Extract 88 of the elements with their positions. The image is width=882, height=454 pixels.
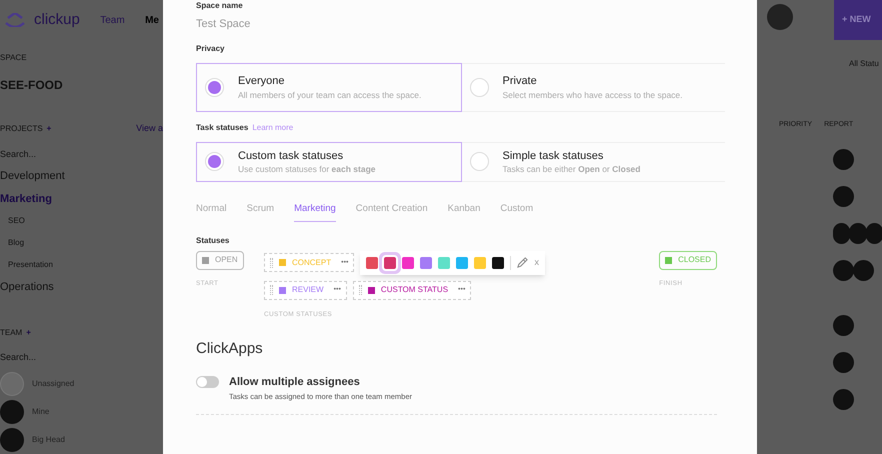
option-card[interactable]: Private Select members who have access to the space. bbox=[462, 62, 725, 112]
member-name[interactable]: Big Head bbox=[32, 434, 65, 446]
status-label: CLOSED bbox=[678, 254, 711, 266]
nav-link[interactable]: Me bbox=[145, 12, 159, 28]
avatar-placeholder bbox=[0, 400, 24, 424]
section-label: Task statuses bbox=[196, 122, 248, 134]
template-tab[interactable]: Marketing bbox=[294, 202, 336, 222]
search-field[interactable]: Search... bbox=[0, 148, 163, 161]
avatar-placeholder bbox=[833, 186, 854, 206]
field-label: Space name bbox=[196, 2, 244, 10]
avatar-placeholder bbox=[833, 352, 854, 372]
radio-button[interactable] bbox=[205, 152, 224, 171]
section-label: TEAM bbox=[0, 326, 22, 338]
status-label: OPEN bbox=[215, 254, 238, 266]
toggle-switch[interactable] bbox=[196, 376, 219, 388]
option-title: Custom task statuses bbox=[238, 148, 344, 164]
avatar-placeholder bbox=[0, 372, 24, 396]
option-description: Tasks can be either Open or Closed bbox=[502, 164, 640, 176]
template-tab[interactable]: Custom bbox=[500, 202, 534, 222]
avatar-placeholder bbox=[833, 260, 854, 280]
section-label: Statuses bbox=[196, 234, 230, 247]
member-name[interactable]: Mine bbox=[32, 406, 50, 418]
section-label: Privacy bbox=[196, 42, 226, 54]
list-item[interactable]: SEO bbox=[0, 210, 163, 232]
avatar-placeholder[interactable] bbox=[767, 4, 793, 30]
option-description: Use custom statuses for each stage bbox=[238, 164, 376, 176]
option-title: Simple task statuses bbox=[502, 148, 604, 164]
drag-handle-icon[interactable] bbox=[270, 258, 273, 268]
project-item[interactable]: Marketing bbox=[0, 188, 163, 210]
status-label: CONCEPT bbox=[292, 256, 332, 269]
section-label: PROJECTS bbox=[0, 122, 43, 135]
avatar-placeholder bbox=[866, 222, 882, 244]
avatar-placeholder bbox=[833, 314, 854, 336]
status-label: CUSTOM STATUS bbox=[380, 284, 448, 296]
color-swatch[interactable] bbox=[366, 256, 378, 269]
section-title: ClickApps bbox=[196, 338, 264, 358]
avatar-placeholder bbox=[833, 222, 850, 244]
color-swatch[interactable] bbox=[402, 256, 414, 269]
template-tab[interactable]: Normal bbox=[196, 202, 227, 222]
color-swatch[interactable] bbox=[384, 256, 396, 269]
avatar-placeholder bbox=[0, 428, 24, 452]
template-tab[interactable]: Scrum bbox=[246, 202, 274, 222]
search-field[interactable]: Search... bbox=[0, 350, 163, 364]
space-name: SEE-FOOD bbox=[0, 77, 64, 94]
color-swatch[interactable] bbox=[456, 256, 468, 269]
list-item[interactable]: Blog bbox=[0, 232, 163, 254]
list-item[interactable]: Presentation bbox=[0, 254, 163, 276]
option-card[interactable]: Custom task statuses Use custom statuses for each stage bbox=[196, 142, 462, 182]
drag-handle-icon[interactable] bbox=[270, 285, 273, 296]
add-project-link[interactable]: + bbox=[46, 122, 52, 135]
logo-text: clickup bbox=[34, 10, 80, 30]
logo-icon bbox=[4, 13, 26, 27]
status-chip[interactable]: OPEN bbox=[196, 250, 244, 270]
option-title: Everyone bbox=[238, 74, 286, 90]
radio-button[interactable] bbox=[205, 78, 224, 96]
view-all-link[interactable]: View a bbox=[136, 122, 163, 136]
color-swatch[interactable] bbox=[474, 256, 486, 269]
option-description: All members of your team can access the space. bbox=[238, 90, 422, 101]
option-description: Select members who have access to the space. bbox=[502, 90, 683, 101]
option-title: Private bbox=[502, 74, 538, 90]
setting-title: Allow multiple assignees bbox=[229, 375, 361, 390]
nav-link[interactable]: Team bbox=[100, 12, 125, 28]
color-swatch[interactable] bbox=[438, 256, 450, 269]
status-label: REVIEW bbox=[292, 284, 324, 296]
radio-button[interactable] bbox=[470, 78, 488, 96]
option-card[interactable]: Everyone All members of your team can access the space. bbox=[196, 62, 462, 112]
avatar-placeholder bbox=[853, 260, 874, 280]
project-item[interactable]: Development bbox=[0, 165, 163, 188]
space-name-field[interactable]: Test Space bbox=[196, 16, 396, 32]
color-swatch[interactable] bbox=[492, 256, 504, 269]
radio-button[interactable] bbox=[470, 152, 488, 171]
color-swatch[interactable] bbox=[420, 256, 432, 269]
template-tab[interactable]: Content Creation bbox=[356, 202, 428, 222]
close-picker-button[interactable]: x bbox=[534, 256, 539, 270]
member-name[interactable]: Unassigned bbox=[32, 378, 74, 390]
project-item[interactable]: Operations bbox=[0, 276, 163, 298]
add-member-link[interactable]: + bbox=[26, 326, 31, 338]
eyedropper-icon[interactable] bbox=[517, 257, 528, 268]
status-chip[interactable]: CLOSED bbox=[659, 250, 717, 270]
option-card[interactable]: Simple task statuses Tasks can be either Open or Closed bbox=[462, 142, 725, 182]
drag-handle-icon[interactable] bbox=[358, 285, 362, 296]
avatar-placeholder bbox=[833, 148, 854, 170]
section-label: SPACE bbox=[0, 52, 28, 64]
new-button[interactable]: + NEW bbox=[834, 0, 882, 40]
template-tab[interactable]: Kanban bbox=[448, 202, 480, 222]
avatar-placeholder bbox=[833, 388, 854, 410]
learn-more-link[interactable]: Learn more bbox=[252, 122, 294, 134]
filter-label[interactable]: All Statu bbox=[849, 58, 882, 70]
